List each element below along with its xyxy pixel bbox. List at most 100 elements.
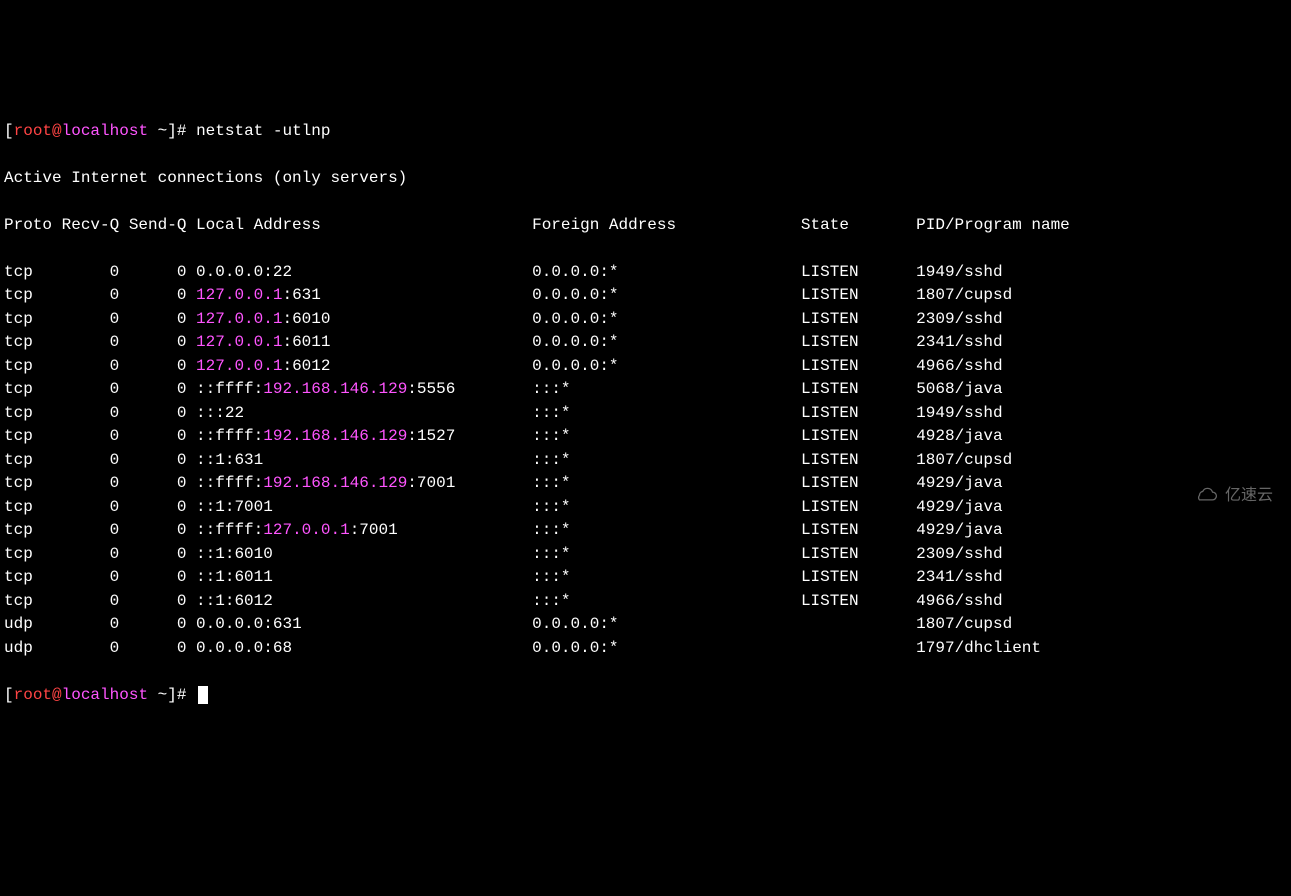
cell-local-port: ::1:6011 [196, 568, 532, 586]
prompt-line-2: [root@localhost ~]# [4, 684, 1287, 708]
cell-local-port: 0.0.0.0:631 [196, 615, 532, 633]
cell-state: LISTEN [801, 380, 916, 398]
cell-foreign: 0.0.0.0:* [532, 357, 801, 375]
cell-local-port: :7001 [407, 474, 532, 492]
terminal-output[interactable]: [root@localhost ~]# netstat -utlnp Activ… [4, 96, 1287, 731]
table-row: udp 0 0 0.0.0.0:68 0.0.0.0:* 1797/dhclie… [4, 637, 1287, 661]
table-row: tcp 0 0 127.0.0.1:6010 0.0.0.0:* LISTEN … [4, 308, 1287, 332]
cell-proto: tcp [4, 521, 62, 539]
bracket-open: [ [4, 122, 14, 140]
cell-local-port: ::1:631 [196, 451, 532, 469]
cell-pidprog: 4966/sshd [916, 592, 1002, 610]
cell-sendq: 0 [129, 310, 196, 328]
cell-sendq: 0 [129, 498, 196, 516]
cell-state: LISTEN [801, 263, 916, 281]
title-line: Active Internet connections (only server… [4, 167, 1287, 191]
cell-local-port: :6012 [282, 357, 532, 375]
cell-sendq: 0 [129, 333, 196, 351]
cell-state [801, 639, 916, 657]
table-row: tcp 0 0 ::ffff:192.168.146.129:5556 :::*… [4, 378, 1287, 402]
cell-state: LISTEN [801, 357, 916, 375]
cell-local-port: ::1:6010 [196, 545, 532, 563]
cell-proto: tcp [4, 451, 62, 469]
cell-local-ip: 192.168.146.129 [263, 427, 407, 445]
cell-recvq: 0 [62, 357, 129, 375]
cell-recvq: 0 [62, 451, 129, 469]
cell-pidprog: 5068/java [916, 380, 1002, 398]
cell-sendq: 0 [129, 357, 196, 375]
cell-pidprog: 2309/sshd [916, 310, 1002, 328]
cell-recvq: 0 [62, 404, 129, 422]
prompt-user: root [14, 122, 52, 140]
cell-local-ip: 127.0.0.1 [196, 333, 282, 351]
cell-state: LISTEN [801, 310, 916, 328]
cell-local-port: :::22 [196, 404, 532, 422]
cell-recvq: 0 [62, 592, 129, 610]
cell-pidprog: 2309/sshd [916, 545, 1002, 563]
cell-sendq: 0 [129, 615, 196, 633]
cell-foreign: :::* [532, 521, 801, 539]
prompt-at: @ [52, 122, 62, 140]
cell-pidprog: 1949/sshd [916, 404, 1002, 422]
cell-sendq: 0 [129, 521, 196, 539]
cell-local-port: 0.0.0.0:68 [196, 639, 532, 657]
cell-pidprog: 1807/cupsd [916, 451, 1012, 469]
cell-proto: tcp [4, 310, 62, 328]
cell-state: LISTEN [801, 427, 916, 445]
cell-recvq: 0 [62, 498, 129, 516]
cell-state: LISTEN [801, 545, 916, 563]
cell-proto: tcp [4, 286, 62, 304]
cell-proto: tcp [4, 333, 62, 351]
cell-recvq: 0 [62, 427, 129, 445]
cell-local-port: ::1:6012 [196, 592, 532, 610]
cell-proto: tcp [4, 357, 62, 375]
watermark-text: 亿速云 [1225, 484, 1273, 508]
cell-local-port: :1527 [407, 427, 532, 445]
table-row: tcp 0 0 ::1:6012 :::* LISTEN 4966/sshd [4, 590, 1287, 614]
cell-sendq: 0 [129, 592, 196, 610]
cell-foreign: 0.0.0.0:* [532, 310, 801, 328]
cell-recvq: 0 [62, 521, 129, 539]
cell-local-port: 0.0.0.0:22 [196, 263, 532, 281]
cell-recvq: 0 [62, 286, 129, 304]
cell-pidprog: 1797/dhclient [916, 639, 1041, 657]
cell-sendq: 0 [129, 263, 196, 281]
cell-recvq: 0 [62, 568, 129, 586]
prompt-host: localhost [62, 122, 148, 140]
table-row: tcp 0 0 ::ffff:127.0.0.1:7001 :::* LISTE… [4, 519, 1287, 543]
cell-sendq: 0 [129, 568, 196, 586]
cell-local-prefix: ::ffff: [196, 474, 263, 492]
cell-local-port: :631 [282, 286, 532, 304]
cell-recvq: 0 [62, 474, 129, 492]
cell-foreign: :::* [532, 380, 801, 398]
cell-state: LISTEN [801, 498, 916, 516]
table-row: tcp 0 0 127.0.0.1:6012 0.0.0.0:* LISTEN … [4, 355, 1287, 379]
prompt-tilde: ~ [148, 122, 167, 140]
cell-local-port: :6010 [282, 310, 532, 328]
cell-state: LISTEN [801, 451, 916, 469]
cell-foreign: 0.0.0.0:* [532, 286, 801, 304]
table-row: tcp 0 0 ::ffff:192.168.146.129:1527 :::*… [4, 425, 1287, 449]
cell-proto: udp [4, 639, 62, 657]
cell-recvq: 0 [62, 615, 129, 633]
cell-foreign: :::* [532, 498, 801, 516]
cell-foreign: :::* [532, 545, 801, 563]
cell-state: LISTEN [801, 521, 916, 539]
cell-state: LISTEN [801, 474, 916, 492]
cell-local-prefix: ::ffff: [196, 427, 263, 445]
cell-local-port: :5556 [407, 380, 532, 398]
cell-foreign: 0.0.0.0:* [532, 615, 801, 633]
cell-pidprog: 4929/java [916, 474, 1002, 492]
cell-state: LISTEN [801, 286, 916, 304]
table-row: tcp 0 0 ::ffff:192.168.146.129:7001 :::*… [4, 472, 1287, 496]
cell-proto: tcp [4, 592, 62, 610]
table-row: tcp 0 0 ::1:7001 :::* LISTEN 4929/java [4, 496, 1287, 520]
cell-proto: tcp [4, 474, 62, 492]
cell-pidprog: 2341/sshd [916, 333, 1002, 351]
cell-sendq: 0 [129, 639, 196, 657]
cell-proto: tcp [4, 498, 62, 516]
cell-sendq: 0 [129, 380, 196, 398]
cell-foreign: :::* [532, 451, 801, 469]
cell-local-ip: 127.0.0.1 [263, 521, 349, 539]
cell-pidprog: 4966/sshd [916, 357, 1002, 375]
